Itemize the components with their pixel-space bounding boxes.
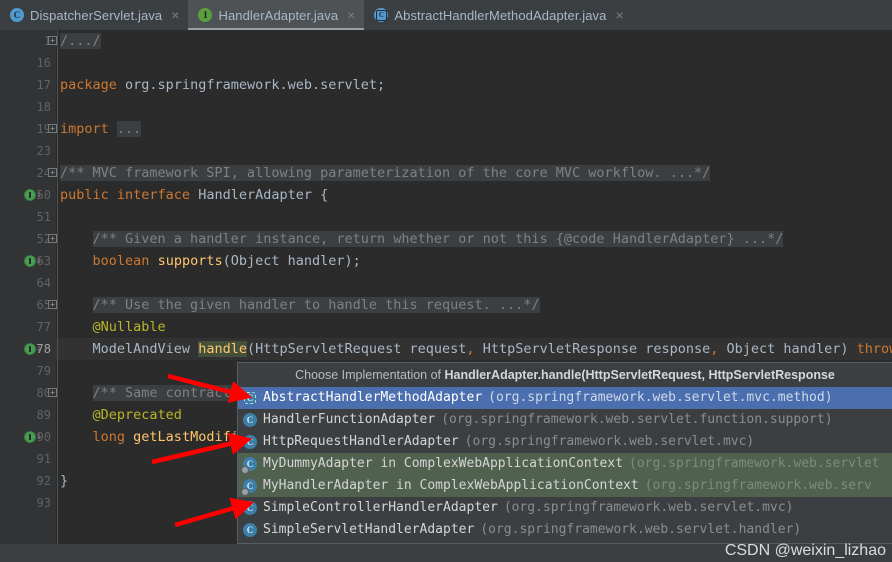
java-abstract-class-icon: C [243,391,257,405]
code-line: boolean supports(Object handler); [92,253,361,269]
line-number: 77 [36,320,51,334]
implementation-name: SimpleServletHandlerAdapter [263,522,475,537]
java-class-icon: C [243,435,257,449]
code-fold-toggle[interactable]: + [48,388,57,397]
popup-title-prefix: Choose Implementation of [295,368,445,382]
spring-bean-gear-icon [241,488,249,496]
editor-tab-dispatcherservlet[interactable]: C DispatcherServlet.java × [0,0,188,30]
code-line: @Nullable [92,319,166,335]
code-line: /** Given a handler instance, return whe… [92,231,784,247]
implementation-package: (org.springframework.web.servlet.handler… [480,522,802,537]
code-line: package org.springframework.web.servlet; [60,77,386,93]
line-number: 18 [36,100,51,114]
code-fold-toggle[interactable]: + [48,124,57,133]
line-number: 79 [36,364,51,378]
java-class-icon: C [243,413,257,427]
implementation-list-item[interactable]: C SimpleControllerHandlerAdapter (org.spri… [238,497,892,519]
java-class-icon: C [243,501,257,515]
code-line: /** Same contract ... [92,385,264,401]
java-abstract-class-icon: C [374,8,389,22]
code-fold-toggle[interactable]: + [48,300,57,309]
implemented-method-gutter-icon[interactable] [24,255,36,267]
spring-bean-gear-icon [241,466,249,474]
line-number: 89 [36,408,51,422]
code-line: import ... [60,121,142,137]
java-class-icon: C [10,8,24,22]
code-line: /** MVC framework SPI, allowing paramete… [60,165,711,181]
editor-tab-label: AbstractHandlerMethodAdapter.java [394,7,607,23]
implementation-list-item[interactable]: C MyHandlerAdapter in ComplexWebApplicati… [238,475,892,497]
implementation-list-item[interactable]: C SimpleServletHandlerAdapter (org.springf… [238,519,892,541]
java-class-bean-icon: C [241,479,257,496]
abstract-ring-icon [244,392,256,404]
editor-tab-bar: C DispatcherServlet.java × I HandlerAdap… [0,0,892,31]
editor-tab-label: HandlerAdapter.java [218,7,339,23]
gutter-arrow-icon: ↓ [36,343,43,354]
close-icon[interactable]: × [347,8,355,22]
implementation-package: (org.springframework.web.servlet.functio… [441,412,833,427]
implementation-package: (org.springframework.web.servlet.mvc.met… [488,390,833,405]
java-class-icon: C [243,523,257,537]
code-fold-toggle[interactable]: + [48,36,57,45]
line-number: 93 [36,496,51,510]
code-line: /** Use the given handler to handle this… [92,297,540,313]
implementation-package: (org.springframework.web.serv [644,478,872,493]
implementation-package: (org.springframework.web.servlet.mvc) [464,434,755,449]
code-line: public interface HandlerAdapter { [60,187,329,203]
line-number: 51 [36,210,51,224]
line-number: 92 [36,474,51,488]
implementation-name: HttpRequestHandlerAdapter [263,434,459,449]
popup-title-signature: HandlerAdapter.handle(HttpServletRequest… [444,368,835,382]
implementation-package: (org.springframework.web.servlet.mvc) [503,500,794,515]
implementation-list[interactable]: C AbstractHandlerMethodAdapter (org.spring… [238,387,892,543]
popup-title: Choose Implementation of HandlerAdapter.… [238,363,892,387]
gutter-arrow-icon: ↓ [36,255,43,266]
implementation-list-item[interactable]: C HandlerFunctionAdapter (org.springframew… [238,409,892,431]
implementation-name: MyHandlerAdapter in ComplexWebApplicatio… [263,478,639,493]
close-icon[interactable]: × [171,8,179,22]
java-interface-icon: I [198,8,213,22]
close-icon[interactable]: × [616,8,624,22]
line-number: 64 [36,276,51,290]
implemented-method-gutter-icon[interactable] [24,189,36,201]
code-line: ModelAndView handle(HttpServletRequest r… [92,341,892,357]
editor-tab-handleradapter[interactable]: I HandlerAdapter.java × [188,0,365,30]
implementation-name: SimpleControllerHandlerAdapter [263,500,498,515]
gutter-arrow-icon: ↓ [36,189,43,200]
gutter-arrow-icon: ↓ [36,431,43,442]
java-class-bean-icon: C [241,457,257,474]
watermark-text: CSDN @weixin_lizhao [724,542,886,559]
implementation-name: AbstractHandlerMethodAdapter [263,390,483,405]
choose-implementation-popup[interactable]: Choose Implementation of HandlerAdapter.… [237,362,892,544]
implementation-package: (org.springframework.web.servlet [629,456,880,471]
ide-window: C DispatcherServlet.java × I HandlerAdap… [0,0,892,562]
code-line: @Deprecated [92,407,182,423]
editor-tab-abstracthandlermethodadapter[interactable]: C AbstractHandlerMethodAdapter.java × [364,0,632,30]
code-line: long getLastModifi [92,429,239,445]
implemented-method-gutter-icon[interactable] [24,343,36,355]
implementation-list-item[interactable]: C AbstractHandlerMethodAdapter (org.spring… [238,387,892,409]
implemented-method-gutter-icon[interactable] [24,431,36,443]
line-number: 23 [36,144,51,158]
code-line: /.../ [60,33,101,49]
implementation-name: HandlerFunctionAdapter [263,412,436,427]
implementation-name: MyDummyAdapter in ComplexWebApplicationC… [263,456,624,471]
code-fold-toggle[interactable]: + [48,234,57,243]
implementation-list-item[interactable]: C MyDummyAdapter in ComplexWebApplication… [238,453,892,475]
line-number: 17 [36,78,51,92]
editor-tab-label: DispatcherServlet.java [30,7,163,23]
line-number: 91 [36,452,51,466]
code-fold-toggle[interactable]: + [48,168,57,177]
gutter-divider [57,30,58,562]
implementation-list-item[interactable]: C HttpRequestHandlerAdapter (org.springfra… [238,431,892,453]
code-line: } [60,473,69,489]
line-number: 16 [36,56,51,70]
editor-gutter[interactable]: 116171819232450↓515263↓64657778↓79808990… [0,30,56,562]
